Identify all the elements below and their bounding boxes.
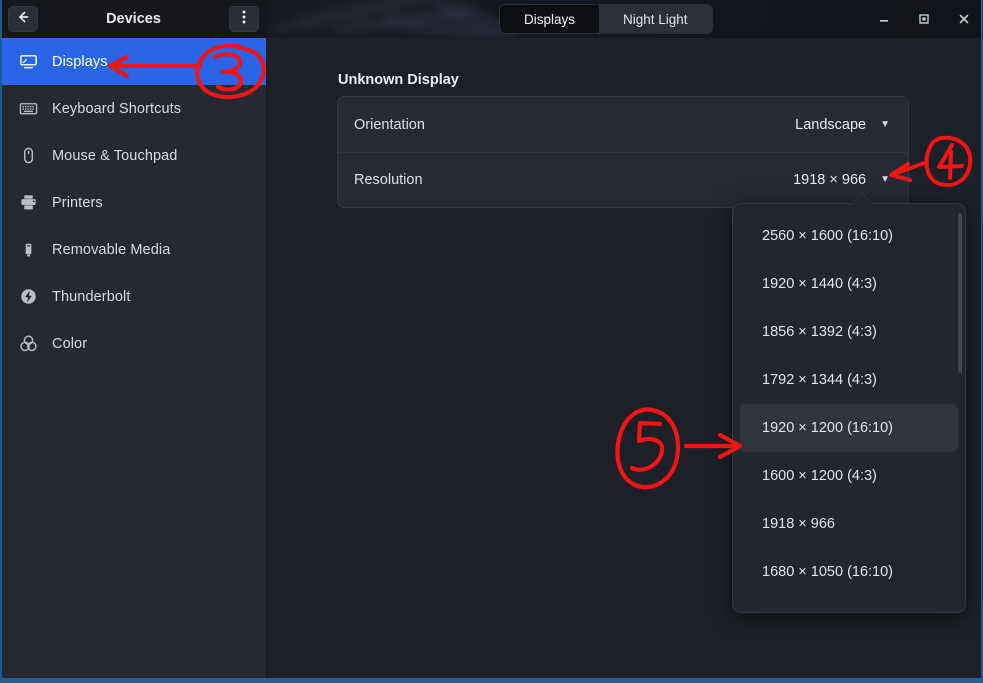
resolution-row-caret[interactable]: ▼ [880,175,890,185]
dropdown-item-1920x1200[interactable]: 1920 × 1200 (16:10) [740,404,958,452]
resolution-option-list: 2560 × 1600 (16:10) 1920 × 1440 (4:3) 18… [740,212,958,596]
sidebar: Displays Keyboard Shortcuts Mouse & Touc… [2,38,267,678]
display-name-heading: Unknown Display [338,72,459,88]
arrow-left-icon [15,9,31,30]
sidebar-item-label: Displays [52,53,108,70]
orientation-label: Orientation [354,116,425,133]
maximize-button[interactable] [915,10,933,28]
settings-window: Devices Displays Night Light Displays Ke… [0,0,983,683]
titlebar-left-section: Devices [0,0,267,38]
window-controls [875,0,973,38]
monitor-icon [18,52,38,72]
usb-drive-icon [18,240,38,260]
sidebar-item-keyboard-shortcuts[interactable]: Keyboard Shortcuts [2,85,266,132]
sidebar-item-label: Removable Media [52,241,171,258]
display-settings-card: Orientation Landscape ▼ Resolution 1918 … [337,96,909,208]
sidebar-item-printers[interactable]: Printers [2,179,266,226]
sidebar-item-label: Keyboard Shortcuts [52,100,182,117]
kebab-menu-icon [242,9,246,30]
close-button[interactable] [955,10,973,28]
dropdown-item-1918x966[interactable]: 1918 × 966 [740,500,958,548]
resolution-dropdown: 2560 × 1600 (16:10) 1920 × 1440 (4:3) 18… [732,203,966,613]
dropdown-item-1600x1200[interactable]: 1600 × 1200 (4:3) [740,452,958,500]
sidebar-item-color[interactable]: Color [2,320,266,367]
window-title: Devices [106,11,161,27]
sidebar-item-removable-media[interactable]: Removable Media [2,226,266,273]
tab-night-light[interactable]: Night Light [599,5,712,33]
back-button[interactable] [8,6,38,32]
sidebar-item-displays[interactable]: Displays [2,38,266,85]
thunderbolt-icon [18,287,38,307]
sidebar-item-label: Printers [52,194,103,211]
dropdown-item-2560x1600[interactable]: 2560 × 1600 (16:10) [740,212,958,260]
title-bar: Devices Displays Night Light [0,0,983,38]
keyboard-icon [18,99,38,119]
resolution-row[interactable]: Resolution 1918 × 966 ▼ [338,152,908,207]
minimize-button[interactable] [875,10,893,28]
dropdown-item-1792x1344[interactable]: 1792 × 1344 (4:3) [740,356,958,404]
mouse-icon [18,146,38,166]
view-tabs: Displays Night Light [499,4,713,34]
sidebar-item-label: Mouse & Touchpad [52,147,178,164]
dropdown-item-1856x1392[interactable]: 1856 × 1392 (4:3) [740,308,958,356]
dropdown-scrollbar-thumb[interactable] [958,213,962,373]
sidebar-item-label: Color [52,335,88,352]
color-circles-icon [18,334,38,354]
tab-displays[interactable]: Displays [500,5,600,33]
dropdown-item-1920x1440[interactable]: 1920 × 1440 (4:3) [740,260,958,308]
dropdown-item-1680x1050[interactable]: 1680 × 1050 (16:10) [740,548,958,596]
dropdown-pointer [851,194,873,205]
menu-button[interactable] [229,6,259,32]
sidebar-item-label: Thunderbolt [52,288,131,305]
sidebar-item-thunderbolt[interactable]: Thunderbolt [2,273,266,320]
orientation-row[interactable]: Orientation Landscape ▼ [338,97,908,152]
sidebar-item-mouse-touchpad[interactable]: Mouse & Touchpad [2,132,266,179]
resolution-label: Resolution [354,172,423,188]
orientation-value: Landscape [795,116,867,133]
chevron-down-icon[interactable]: ▼ [880,119,890,130]
printer-icon [18,193,38,213]
resolution-value: 1918 × 966 [793,172,867,188]
